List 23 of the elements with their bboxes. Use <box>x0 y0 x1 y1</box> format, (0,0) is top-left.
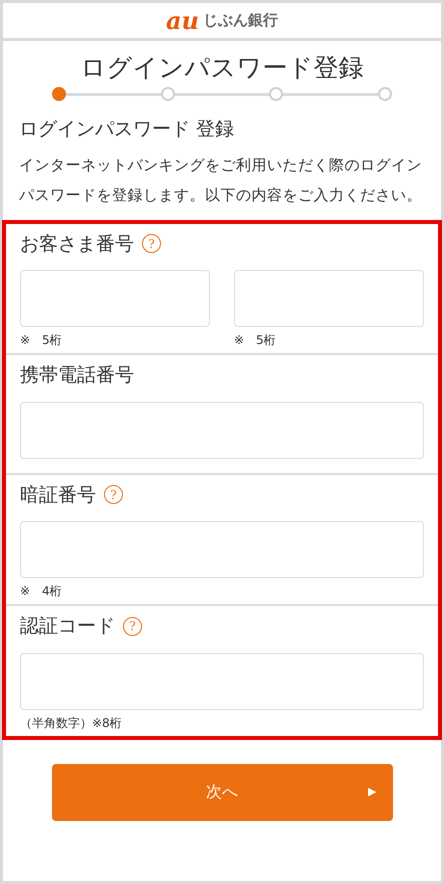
arrow-icon: ▶ <box>368 784 376 800</box>
input-field[interactable] <box>20 521 424 578</box>
section-heading: ログインパスワード 登録 <box>19 117 236 142</box>
field-label: 携帯電話番号 <box>20 363 134 388</box>
field-label: お客さま番号 <box>20 232 134 256</box>
input-field[interactable] <box>20 270 210 327</box>
help-icon[interactable]: ? <box>142 234 161 254</box>
input-field[interactable] <box>20 402 424 458</box>
hint-text: （半角数字）※8桁 <box>20 714 123 732</box>
next-button[interactable]: 次へ ▶ <box>52 764 392 820</box>
field-label: 暗証番号 <box>20 482 96 508</box>
hint-text: ※ 5桁 <box>20 332 63 349</box>
logo-mark: au <box>166 8 199 32</box>
field-label: 認証コード <box>20 614 115 639</box>
input-field[interactable] <box>234 270 424 327</box>
hint-text: ※ 4桁 <box>20 583 63 600</box>
intro-text: インターネットバンキングをご利用いただく際のログインパスワードを登録します。以下の内容をご入力ください。 <box>19 154 423 206</box>
logo-text: じぶん銀行 <box>203 10 278 32</box>
page-title: ログインパスワード登録 <box>80 53 364 83</box>
hint-text: ※ 5桁 <box>234 332 277 349</box>
help-icon[interactable]: ? <box>104 485 123 504</box>
help-icon[interactable]: ? <box>123 616 142 636</box>
input-field[interactable] <box>20 652 424 710</box>
